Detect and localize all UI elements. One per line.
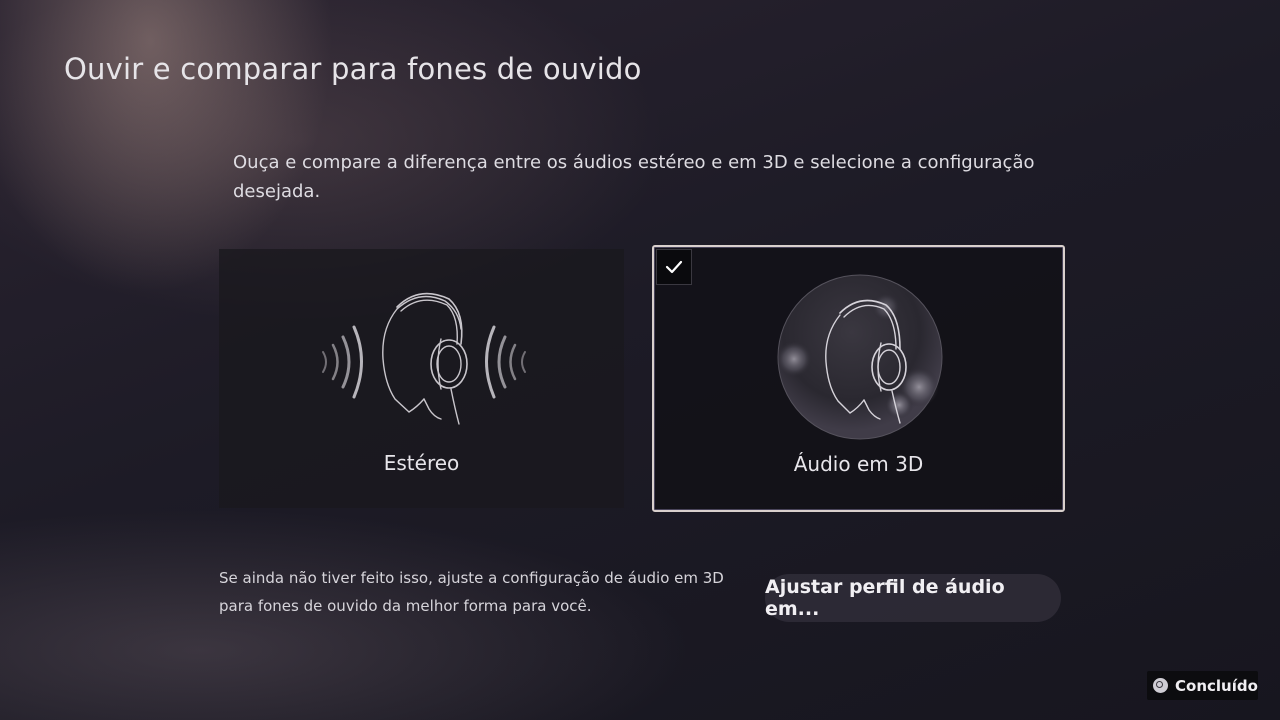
option-card-3d-audio[interactable]: Áudio em 3D [652, 245, 1065, 512]
option-label-3d-audio: Áudio em 3D [793, 452, 924, 476]
hint-line-2: para fones de ouvido da melhor forma par… [219, 597, 592, 615]
option-label-stereo: Estéreo [383, 451, 460, 475]
adjust-3d-audio-profile-button[interactable]: Ajustar perfil de áudio em... [765, 574, 1061, 622]
hint-line-1: Se ainda não tiver feito isso, ajuste a … [219, 569, 724, 587]
option-card-stereo[interactable]: Estéreo [219, 249, 624, 508]
hint-text: Se ainda não tiver feito isso, ajuste a … [219, 564, 739, 620]
page-title: Ouvir e comparar para fones de ouvido [64, 52, 642, 86]
page-description: Ouça e compare a diferença entre os áudi… [233, 152, 1035, 202]
selected-check-icon [656, 249, 692, 285]
done-label: Concluído [1175, 676, 1258, 695]
done-button[interactable]: Concluído [1147, 671, 1258, 700]
circle-button-icon [1153, 678, 1168, 693]
